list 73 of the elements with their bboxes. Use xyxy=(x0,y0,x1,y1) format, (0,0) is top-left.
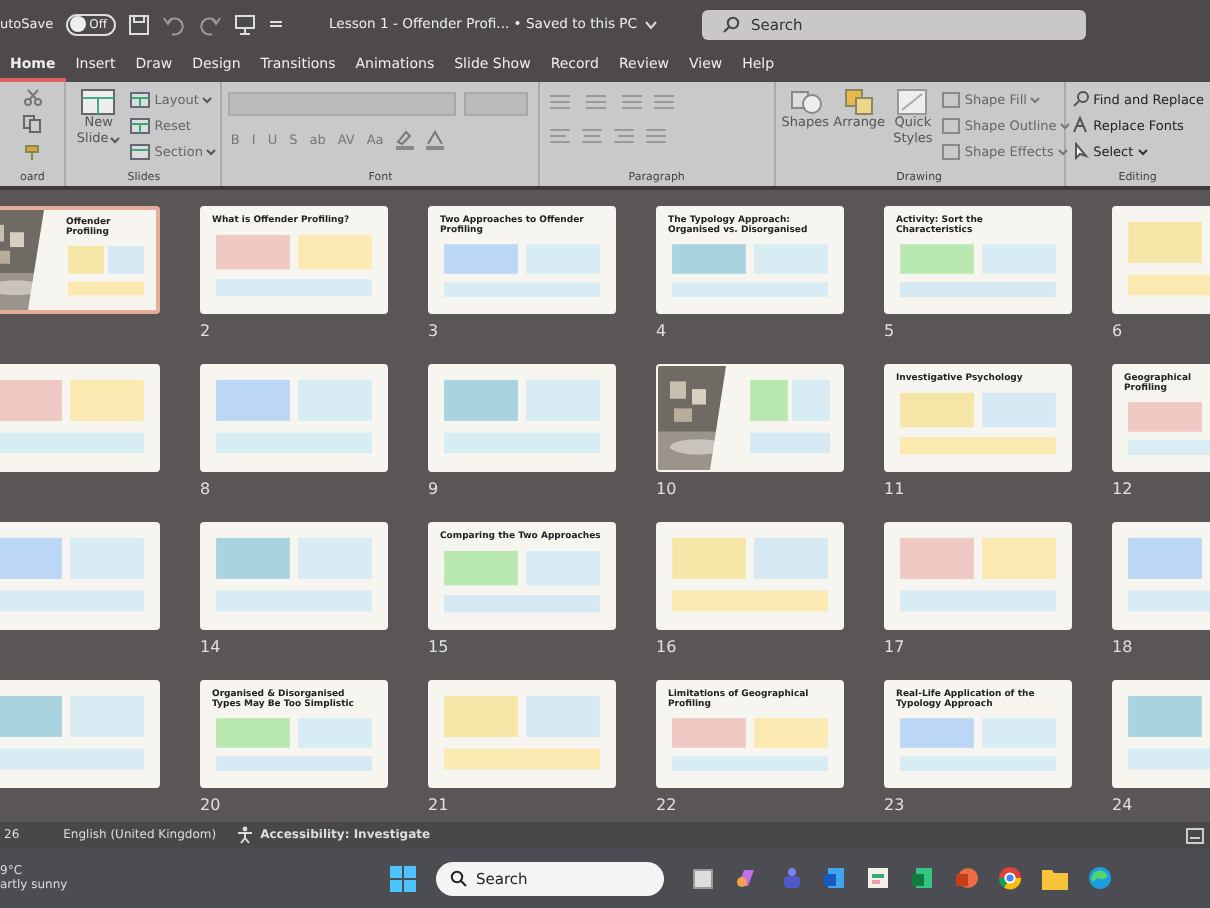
layout-icon xyxy=(130,91,151,107)
undo-icon[interactable] xyxy=(162,13,187,35)
save-icon[interactable] xyxy=(128,13,151,35)
slide-thumbnail[interactable] xyxy=(884,522,1072,630)
redo-icon[interactable] xyxy=(198,13,223,35)
chevron-icon xyxy=(110,135,121,144)
slide-number: 5 xyxy=(884,322,895,342)
chevron-icon xyxy=(643,19,658,29)
chevron-icon xyxy=(206,147,217,155)
slide-number: 11 xyxy=(884,480,905,500)
task-view-icon[interactable] xyxy=(692,867,714,889)
folder-icon[interactable] xyxy=(1042,867,1068,889)
slide-number: 10 xyxy=(656,480,677,500)
slide-number: 16 xyxy=(656,638,677,658)
slide-number: 6 xyxy=(1112,322,1123,342)
arrange-icon xyxy=(843,88,876,116)
slide-number: 22 xyxy=(656,796,677,816)
search-icon xyxy=(1071,90,1090,108)
chevron-icon xyxy=(1060,121,1071,129)
slide-number: 17 xyxy=(884,638,905,658)
slide-thumbnail[interactable] xyxy=(0,364,160,472)
layout-icon xyxy=(130,117,151,133)
layout-icon xyxy=(130,143,151,159)
slide-number: 3 xyxy=(428,322,439,342)
slide-thumbnail[interactable] xyxy=(656,364,844,472)
slide-number: 21 xyxy=(428,796,449,816)
highlighter-icon[interactable] xyxy=(393,130,416,150)
format-painter-icon[interactable] xyxy=(22,142,43,162)
slide-number: 12 xyxy=(1112,480,1133,500)
windows-icon[interactable] xyxy=(390,865,416,891)
slide-thumbnail[interactable] xyxy=(200,522,388,630)
quick-styles-icon xyxy=(896,88,929,116)
slide-number: 24 xyxy=(1112,796,1133,816)
slide-number: 15 xyxy=(428,638,449,658)
chevron-icon xyxy=(202,95,213,103)
chevron-icon xyxy=(1057,147,1068,155)
chevron-icon xyxy=(1030,95,1041,103)
slide-thumbnail[interactable] xyxy=(428,680,616,788)
presentation-icon[interactable] xyxy=(954,866,978,890)
slide-number: 14 xyxy=(200,638,221,658)
copy-icon[interactable] xyxy=(22,114,43,134)
copilot-icon[interactable] xyxy=(734,866,758,890)
edge-icon[interactable] xyxy=(1088,866,1112,890)
people-icon[interactable] xyxy=(778,866,802,890)
font-name-field[interactable] xyxy=(228,92,457,116)
font-color-icon[interactable] xyxy=(423,130,446,150)
spreadsheet-icon[interactable] xyxy=(910,866,934,890)
replace-icon xyxy=(1071,116,1090,134)
cursor-icon xyxy=(1071,142,1090,160)
slide-number: 9 xyxy=(428,480,439,500)
slide-thumbnail[interactable] xyxy=(0,522,160,630)
customize-icon[interactable] xyxy=(268,16,285,32)
slide-thumbnail[interactable] xyxy=(0,680,160,788)
accessibility-icon xyxy=(236,826,255,844)
slide-layout-icon xyxy=(80,88,117,116)
slide-number: 23 xyxy=(884,796,905,816)
slide-thumbnail[interactable] xyxy=(200,364,388,472)
slide-number: 8 xyxy=(200,480,211,500)
chevron-icon xyxy=(1137,147,1148,155)
calendar-icon[interactable] xyxy=(866,866,890,890)
shapes-icon xyxy=(789,88,822,116)
font-size-field[interactable] xyxy=(464,92,529,116)
slide-number: 20 xyxy=(200,796,221,816)
slide-thumbnail[interactable] xyxy=(656,522,844,630)
slide-number: 18 xyxy=(1112,638,1133,658)
document-app-icon[interactable] xyxy=(822,866,846,890)
slide-thumbnail[interactable] xyxy=(428,364,616,472)
presenter-icon[interactable] xyxy=(234,13,257,35)
notes-icon[interactable] xyxy=(1186,827,1204,843)
scissors-icon[interactable] xyxy=(23,88,42,106)
browser-icon[interactable] xyxy=(998,866,1022,890)
slide-number: 2 xyxy=(200,322,211,342)
slide-number: 4 xyxy=(656,322,667,342)
